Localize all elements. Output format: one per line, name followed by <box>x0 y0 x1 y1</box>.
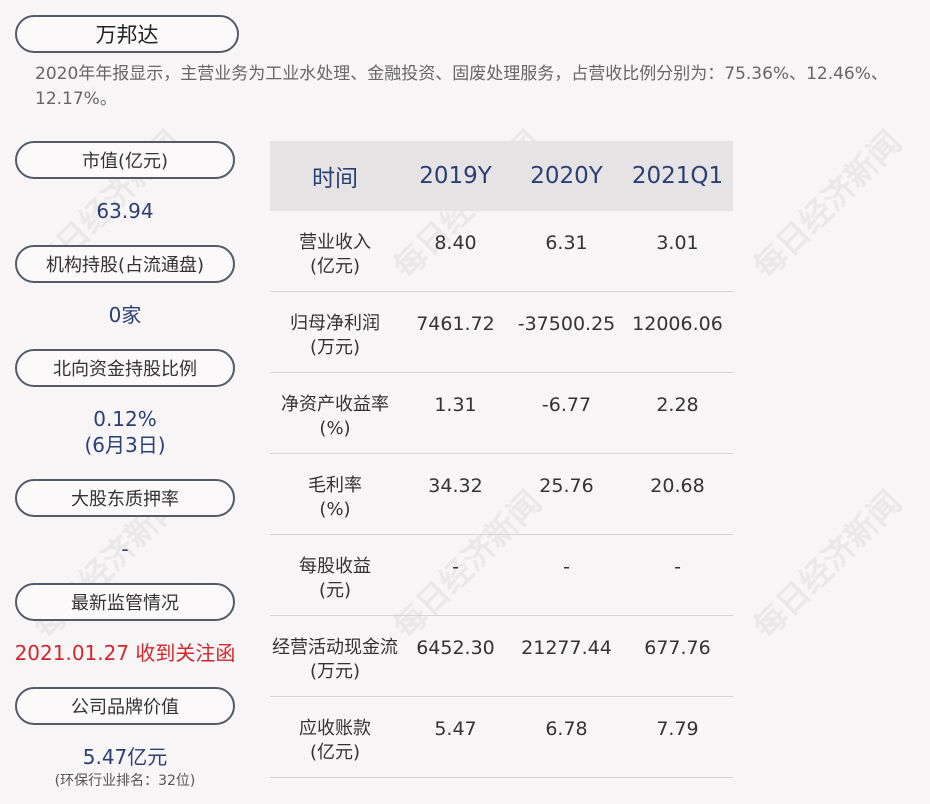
northbound-date: (6月3日) <box>84 433 166 457</box>
table-cell: 12006.06 <box>632 313 723 335</box>
table-cell: 8.40 <box>434 232 477 254</box>
table-cell: 1.31 <box>434 394 477 416</box>
row-label-unit: (%) <box>319 499 351 520</box>
row-label-unit: (元) <box>318 580 352 601</box>
row-label-name: 营业收入 <box>299 232 371 253</box>
table-row: 应收账款 (亿元) 5.47 6.78 7.79 <box>270 697 733 778</box>
regulation-label: 最新监管情况 <box>15 583 235 621</box>
table-cell: - <box>452 556 459 578</box>
row-label: 营业收入 (亿元) <box>270 211 400 279</box>
row-label: 归母净利润 (万元) <box>270 292 400 360</box>
table-cell: 20.68 <box>650 475 705 497</box>
regulation-value: 2021.01.27 收到关注函 <box>14 641 236 665</box>
institution-label: 机构持股(占流通盘) <box>15 245 235 283</box>
row-label-name: 归母净利润 <box>290 313 380 334</box>
row-label-name: 每股收益 <box>299 556 371 577</box>
row-label: 经营活动现金流 (万元) <box>270 616 400 684</box>
header-time: 时间 <box>312 166 358 192</box>
institution-value: 0家 <box>108 303 142 327</box>
market-cap-value: 63.94 <box>96 199 154 223</box>
table-cell: 3.01 <box>656 232 699 254</box>
financial-table: 时间 2019Y 2020Y 2021Q1 营业收入 (亿元) 8.40 6.31 3.… <box>270 141 733 778</box>
table-row: 净资产收益率 (%) 1.31 -6.77 2.28 <box>270 373 733 454</box>
header-2019: 2019Y <box>419 163 492 189</box>
table-cell: 7.79 <box>656 718 699 740</box>
row-label-unit: (万元) <box>309 337 361 358</box>
table-row: 每股收益 (元) - - - <box>270 535 733 616</box>
northbound-value: 0.12% <box>93 407 157 431</box>
watermark: 每日经济新闻 <box>746 483 909 646</box>
table-cell: -37500.25 <box>517 313 616 335</box>
watermark: 每日经济新闻 <box>746 123 909 286</box>
business-summary: 2020年年报显示，主营业务为工业水处理、金融投资、固废处理服务，占营收比例分别… <box>35 64 888 109</box>
row-label: 每股收益 (元) <box>270 535 400 603</box>
table-cell: -6.77 <box>541 394 592 416</box>
row-label: 净资产收益率 (%) <box>270 373 400 441</box>
row-label-name: 净资产收益率 <box>281 394 389 415</box>
row-label-name: 应收账款 <box>299 718 371 739</box>
northbound-label: 北向资金持股比例 <box>15 349 235 387</box>
table-cell: 5.47 <box>434 718 477 740</box>
table-row: 毛利率 (%) 34.32 25.76 20.68 <box>270 454 733 535</box>
brand-note: (环保行业排名：32位) <box>54 773 196 789</box>
header-2021q1: 2021Q1 <box>631 163 724 189</box>
row-label-unit: (亿元) <box>309 256 361 277</box>
row-label: 毛利率 (%) <box>270 454 400 522</box>
table-cell: 21277.44 <box>521 637 612 659</box>
table-cell: 6.31 <box>545 232 588 254</box>
table-cell: 34.32 <box>428 475 483 497</box>
brand-value: 5.47亿元 <box>82 745 168 769</box>
table-header: 时间 2019Y 2020Y 2021Q1 <box>270 141 733 211</box>
market-cap-label: 市值(亿元) <box>15 141 235 179</box>
table-cell: 677.76 <box>644 637 711 659</box>
table-cell: - <box>563 556 570 578</box>
table-cell: 6.78 <box>545 718 588 740</box>
table-cell: 25.76 <box>539 475 594 497</box>
table-cell: 7461.72 <box>416 313 495 335</box>
pledge-label: 大股东质押率 <box>15 479 235 517</box>
table-row: 营业收入 (亿元) 8.40 6.31 3.01 <box>270 211 733 292</box>
row-label-name: 经营活动现金流 <box>272 637 398 658</box>
row-label-name: 毛利率 <box>308 475 362 496</box>
table-row: 经营活动现金流 (万元) 6452.30 21277.44 677.76 <box>270 616 733 697</box>
table-cell: - <box>674 556 681 578</box>
pledge-value: - <box>121 537 129 561</box>
row-label-unit: (%) <box>319 418 351 439</box>
table-cell: 6452.30 <box>416 637 495 659</box>
row-label-unit: (亿元) <box>309 742 361 763</box>
company-name: 万邦达 <box>15 15 239 53</box>
brand-label: 公司品牌价值 <box>15 687 235 725</box>
table-cell: 2.28 <box>656 394 699 416</box>
row-label-unit: (万元) <box>309 661 361 682</box>
row-label: 应收账款 (亿元) <box>270 697 400 765</box>
header-2020: 2020Y <box>530 163 603 189</box>
table-row: 归母净利润 (万元) 7461.72 -37500.25 12006.06 <box>270 292 733 373</box>
